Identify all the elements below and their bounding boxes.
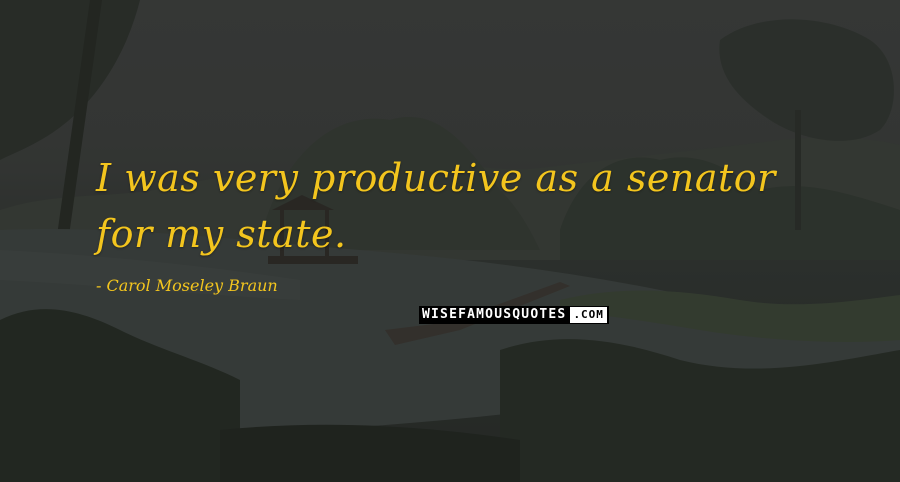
watermark-brand: WISEFAMOUSQUOTES: [422, 307, 567, 322]
quote-author: - Carol Moseley Braun: [96, 276, 278, 295]
quote-image: I was very productive as a senator for m…: [0, 0, 900, 482]
watermark-suffix: .COM: [570, 307, 607, 323]
watermark-logo: WISEFAMOUSQUOTES .COM: [419, 306, 609, 324]
quote-text: I was very productive as a senator for m…: [96, 156, 776, 256]
